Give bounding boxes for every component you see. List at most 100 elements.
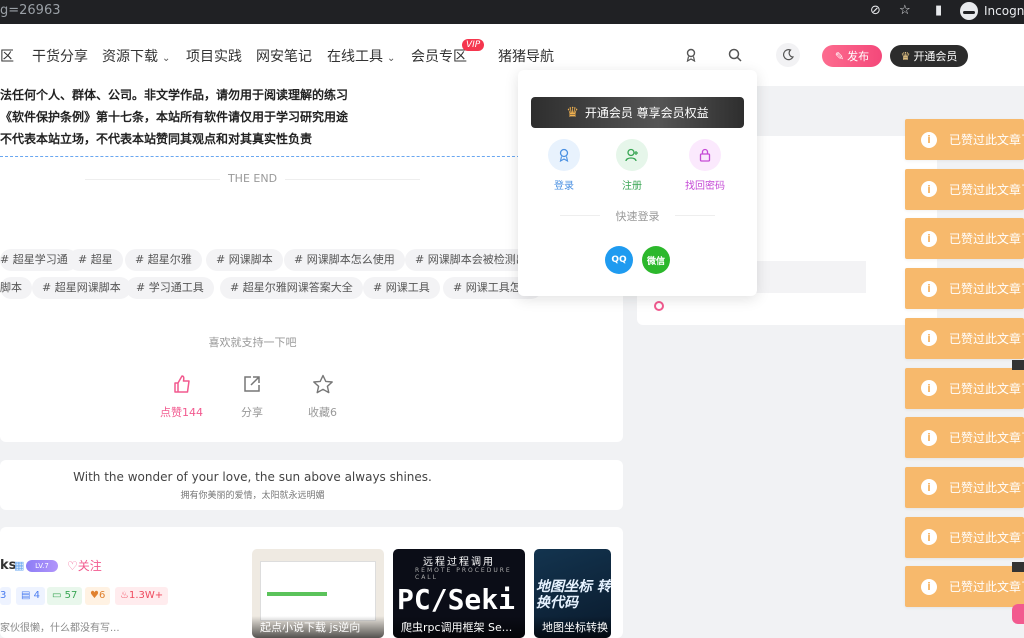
post-caption: 爬虫rpc调用框架 Se... bbox=[393, 616, 525, 638]
open-vip-button[interactable]: ♛ 开通会员 bbox=[890, 45, 968, 67]
edge-pink-tab[interactable] bbox=[1012, 604, 1024, 624]
toast-notification[interactable]: i 已赞过此文章了 bbox=[905, 168, 1024, 210]
qq-login-button[interactable]: QQ bbox=[605, 246, 633, 274]
toast-notification[interactable]: i 已赞过此文章了 bbox=[905, 466, 1024, 508]
toast-notification[interactable]: i 已赞过此文章了 bbox=[905, 417, 1024, 459]
tag[interactable]: # 超星网课脚本 bbox=[32, 277, 131, 299]
nav-label: 区 bbox=[0, 49, 14, 65]
incognito-indicator[interactable]: Incogni bbox=[960, 2, 1024, 20]
login-label: 登录 bbox=[554, 181, 574, 192]
lock-icon bbox=[689, 139, 721, 171]
register-button[interactable]: 注册 bbox=[602, 139, 662, 192]
tag[interactable]: # 网课脚本 bbox=[206, 249, 283, 271]
nav-item-2[interactable]: 资源下载 ⌄ bbox=[102, 46, 170, 66]
thumb-big-text: 地图坐标 转换代码 bbox=[536, 579, 611, 611]
doc-icon: ▤ bbox=[21, 590, 34, 601]
comment-icon: ▭ bbox=[52, 590, 65, 601]
circle-icon bbox=[654, 301, 664, 311]
pencil-icon: ✎ bbox=[834, 49, 845, 63]
post-caption: 地图坐标转换 bbox=[534, 616, 611, 638]
nav-item-3[interactable]: 项目实践 bbox=[186, 46, 242, 66]
nav-item-4[interactable]: 网安笔记 bbox=[256, 46, 312, 66]
toast-message: 已赞过此文章了 bbox=[949, 431, 1024, 446]
vip-badge: VIP bbox=[462, 39, 485, 51]
toast-notification[interactable]: i 已赞过此文章了 bbox=[905, 218, 1024, 260]
tag[interactable]: # 网课脚本怎么使用 bbox=[284, 249, 405, 271]
crown-icon: ♛ bbox=[900, 49, 911, 63]
toast-message: 已赞过此文章了 bbox=[949, 182, 1024, 197]
post-thumbnail[interactable]: 远程过程调用 REMOTE PROCEDURE CALL PC/Seki 爬虫r… bbox=[393, 549, 525, 638]
chevron-down-icon: ⌄ bbox=[162, 53, 171, 64]
author-description: 家伙很懒，什么都没有写... bbox=[0, 623, 120, 634]
level-badge: LV.7 bbox=[26, 560, 58, 572]
nav-label: 干货分享 bbox=[32, 49, 88, 65]
info-icon: i bbox=[921, 280, 937, 297]
publish-button[interactable]: ✎ 发布 bbox=[822, 45, 882, 67]
stat-value: 6 bbox=[98, 590, 106, 601]
quote-chinese: 拥有你美丽的爱情，太阳就永远明媚 bbox=[180, 491, 325, 501]
browser-bar: g=26963 ⊘ ☆ ▮ Incogni bbox=[0, 0, 1024, 24]
post-thumbnail[interactable]: 起点小说下载 js逆向 bbox=[252, 549, 384, 638]
favorite-label: 收藏6 bbox=[308, 406, 337, 419]
eye-off-icon[interactable]: ⊘ bbox=[870, 3, 881, 18]
vip-banner-button[interactable]: ♛ 开通会员 尊享会员权益 bbox=[531, 97, 744, 128]
nav-item-6[interactable]: 会员专区 bbox=[411, 46, 467, 66]
star-icon[interactable]: ☆ bbox=[899, 3, 911, 18]
toast-notification[interactable]: i 已赞过此文章了 bbox=[905, 268, 1024, 310]
toast-notification[interactable]: i 已赞过此文章了 bbox=[905, 317, 1024, 359]
tag[interactable]: # 网课工具 bbox=[363, 277, 440, 299]
toast-notification[interactable]: i 已赞过此文章了 bbox=[905, 367, 1024, 409]
nav-item-5[interactable]: 在线工具 ⌄ bbox=[327, 46, 395, 66]
post-thumbnail[interactable]: 地图坐标 转换代码 地图坐标转换 bbox=[534, 549, 611, 638]
nav-label: 项目实践 bbox=[186, 49, 242, 65]
copyright-notice: 《软件保护条例》第十七条，本站所有软件请仅用于学习研究用途 bbox=[0, 110, 349, 124]
nav-item-7[interactable]: 猪猪导航 bbox=[498, 46, 554, 66]
crown-icon: ♛ bbox=[566, 104, 579, 121]
tag[interactable]: # 网课脚本会被检测出 bbox=[405, 249, 537, 271]
user-icon[interactable] bbox=[680, 44, 702, 66]
info-icon: i bbox=[921, 529, 937, 546]
info-icon: i bbox=[921, 131, 937, 148]
toast-notification[interactable]: i 已赞过此文章了 bbox=[905, 566, 1024, 608]
chevron-down-icon: ⌄ bbox=[387, 53, 396, 64]
nav-item-0[interactable]: 区 bbox=[0, 46, 14, 66]
search-icon[interactable] bbox=[724, 44, 746, 66]
qq-icon: QQ bbox=[611, 255, 627, 265]
divider bbox=[0, 156, 520, 157]
sidebar-icon[interactable]: ▮ bbox=[935, 3, 942, 18]
tag[interactable]: # 超星尔雅 bbox=[125, 249, 202, 271]
quick-login-divider: 快速登录 bbox=[518, 208, 757, 224]
tag[interactable]: # 超星学习通 bbox=[0, 249, 78, 271]
tag[interactable]: 脚本 bbox=[0, 277, 32, 299]
share-icon bbox=[241, 374, 263, 400]
tag[interactable]: # 学习通工具 bbox=[126, 277, 214, 299]
share-button[interactable]: 分享 bbox=[241, 374, 263, 420]
toast-message: 已赞过此文章了 bbox=[949, 580, 1024, 595]
building-icon: ▦ bbox=[14, 559, 25, 572]
login-button[interactable]: 登录 bbox=[534, 139, 594, 192]
info-icon: i bbox=[921, 429, 937, 446]
follow-button[interactable]: ♡关注 bbox=[67, 557, 102, 574]
edge-handle bbox=[1012, 360, 1024, 370]
add-user-icon bbox=[616, 139, 648, 171]
tag[interactable]: # 超星 bbox=[68, 249, 123, 271]
recover-password-button[interactable]: 找回密码 bbox=[675, 139, 735, 192]
nav-item-1[interactable]: 干货分享 bbox=[32, 46, 88, 66]
nav-label: 资源下载 bbox=[102, 49, 158, 65]
tag[interactable]: # 超星尔雅网课答案大全 bbox=[220, 277, 363, 299]
favorite-button[interactable]: 收藏6 bbox=[308, 374, 337, 420]
info-icon: i bbox=[921, 380, 937, 396]
stat-badge: ♥6 bbox=[85, 587, 111, 605]
address-bar-text[interactable]: g=26963 bbox=[0, 3, 61, 18]
toast-message: 已赞过此文章了 bbox=[949, 133, 1024, 147]
stat-badge: 3 bbox=[0, 587, 12, 605]
info-icon: i bbox=[921, 479, 937, 496]
like-button[interactable]: 点赞144 bbox=[160, 374, 203, 420]
info-icon: i bbox=[921, 578, 937, 595]
nav-label: 会员专区 bbox=[411, 49, 467, 65]
toast-notification[interactable]: i 已赞过此文章了 bbox=[905, 119, 1024, 160]
moon-icon[interactable] bbox=[776, 43, 800, 67]
heart-icon: ♥ bbox=[90, 590, 99, 601]
toast-notification[interactable]: i 已赞过此文章了 bbox=[905, 516, 1024, 558]
wechat-login-button[interactable]: 微信 bbox=[642, 246, 670, 274]
